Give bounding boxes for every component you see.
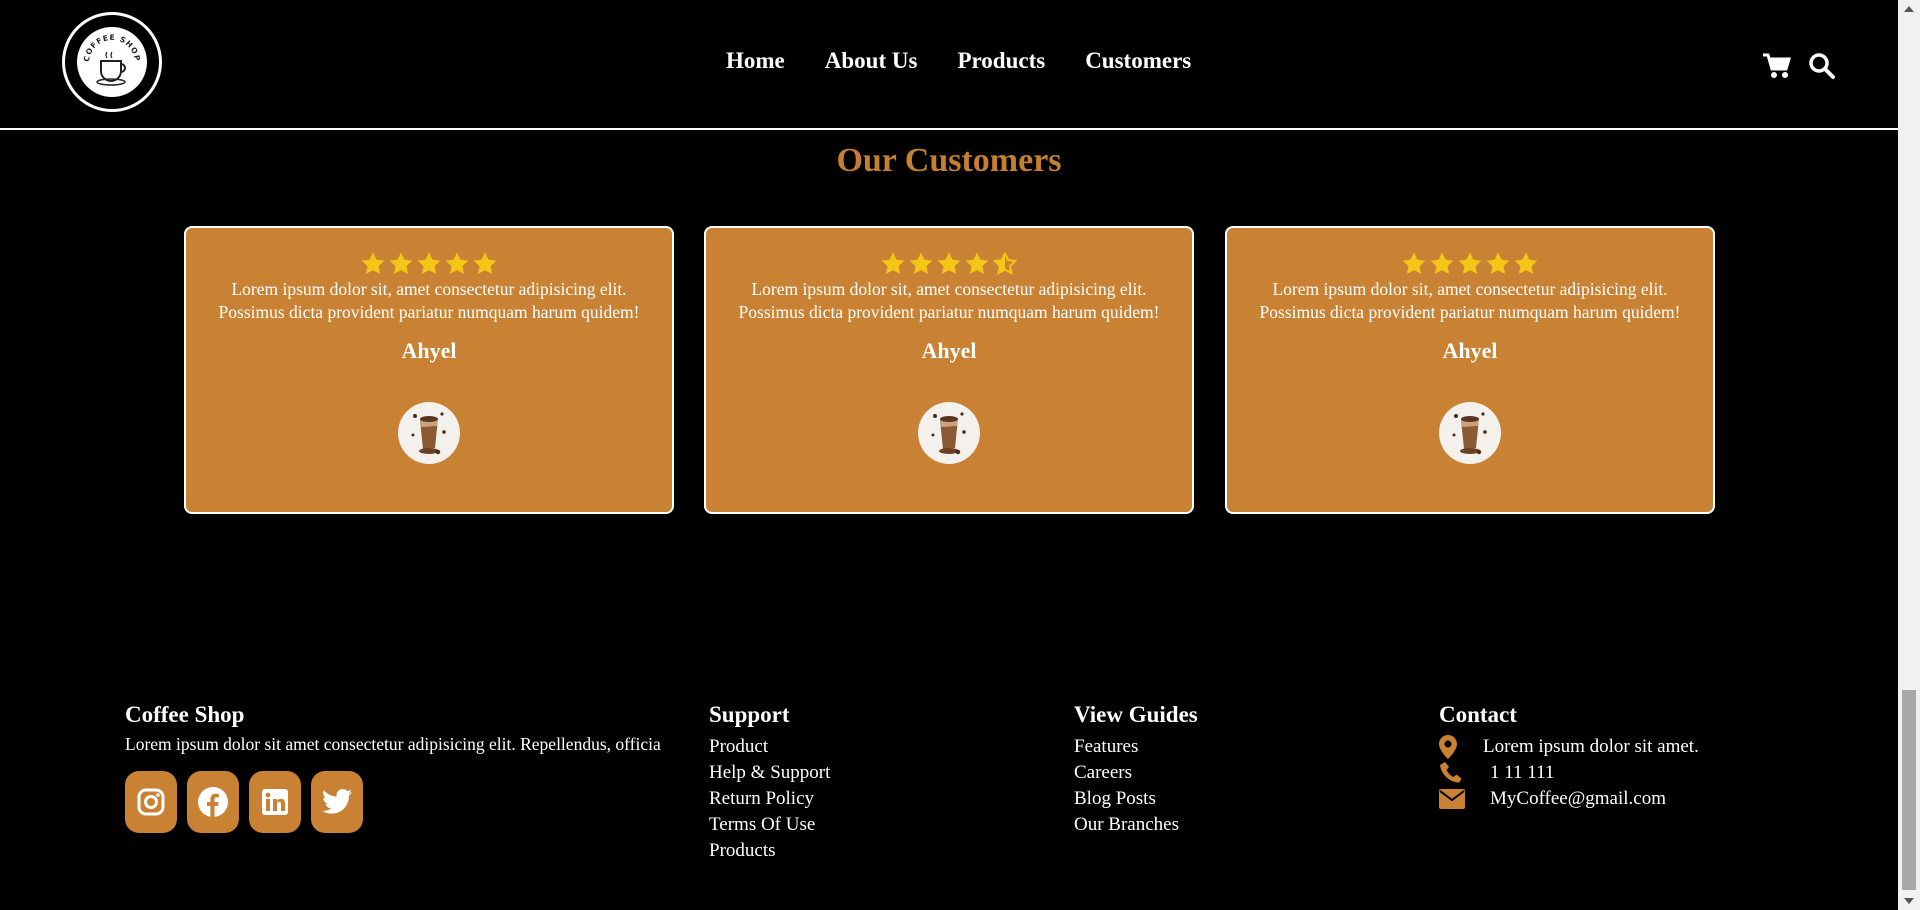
quote-line: Lorem ipsum dolor sit, amet consectetur … — [751, 279, 1147, 299]
star-icon — [909, 252, 933, 275]
customer-card: Lorem ipsum dolor sit, amet consectetur … — [184, 226, 674, 514]
customer-name: Ahyel — [921, 338, 977, 363]
facebook-icon[interactable] — [187, 771, 239, 833]
scroll-thumb[interactable] — [1902, 690, 1916, 890]
contact-phone-text: 1 11 111 — [1490, 762, 1555, 783]
envelope-icon — [1439, 789, 1490, 809]
star-icon — [1514, 252, 1538, 275]
star-icon — [417, 252, 441, 275]
cart-icon[interactable] — [1762, 52, 1792, 80]
star-icon — [445, 252, 469, 275]
footer-link-terms[interactable]: Terms Of Use — [709, 812, 830, 838]
phone-icon — [1439, 761, 1490, 785]
star-icon — [389, 252, 413, 275]
customer-quote: Lorem ipsum dolor sit, amet consectetur … — [186, 278, 672, 324]
footer-link-help-support[interactable]: Help & Support — [709, 760, 830, 786]
footer-link-products[interactable]: Products — [709, 838, 830, 864]
star-icon — [1430, 252, 1454, 275]
footer-link-careers[interactable]: Careers — [1074, 760, 1198, 786]
star-icon — [1486, 252, 1510, 275]
main-nav: Home About Us Products Customers — [726, 48, 1191, 74]
coffee-cup-logo-icon: COFFEE SHOP — [77, 27, 147, 97]
half-star-icon — [993, 252, 1017, 276]
quote-line: Possimus dicta provident pariatur numqua… — [1259, 302, 1681, 322]
linkedin-icon[interactable] — [249, 771, 301, 833]
section-title: Our Customers — [836, 142, 1062, 179]
nav-products[interactable]: Products — [957, 48, 1045, 74]
coffee-cup-avatar-icon — [398, 402, 460, 464]
site-header: COFFEE SHOP Home About Us Products Custo… — [0, 0, 1898, 130]
page: COFFEE SHOP Home About Us Products Custo… — [0, 0, 1898, 910]
page-scrollbar[interactable] — [1898, 0, 1920, 910]
coffee-cup-avatar-icon — [1439, 402, 1501, 464]
footer-link-features[interactable]: Features — [1074, 734, 1198, 760]
nav-about-us[interactable]: About Us — [825, 48, 918, 74]
footer-guides-title: View Guides — [1074, 702, 1198, 727]
rating-stars — [1227, 252, 1713, 276]
footer-contact-title: Contact — [1439, 702, 1517, 727]
footer-link-blog-posts[interactable]: Blog Posts — [1074, 786, 1198, 812]
footer-brand-text: Lorem ipsum dolor sit amet consectetur a… — [125, 734, 661, 754]
customer-name: Ahyel — [1442, 338, 1498, 363]
nav-customers[interactable]: Customers — [1085, 48, 1191, 74]
scroll-up-arrow-icon[interactable] — [1904, 6, 1914, 12]
quote-line: Lorem ipsum dolor sit, amet consectetur … — [231, 279, 627, 299]
contact-phone: 1 11 111 — [1439, 760, 1699, 786]
footer-brand-title: Coffee Shop — [125, 702, 245, 727]
star-icon — [965, 252, 989, 275]
quote-line: Possimus dicta provident pariatur numqua… — [218, 302, 640, 322]
social-links — [125, 771, 661, 833]
star-icon — [361, 252, 385, 275]
header-actions — [1762, 52, 1838, 80]
scroll-down-arrow-icon[interactable] — [1904, 898, 1914, 904]
logo[interactable]: COFFEE SHOP — [62, 12, 162, 112]
location-pin-icon — [1439, 735, 1483, 759]
footer-link-our-branches[interactable]: Our Branches — [1074, 812, 1198, 838]
customer-quote: Lorem ipsum dolor sit, amet consectetur … — [706, 278, 1192, 324]
contact-address-text: Lorem ipsum dolor sit amet. — [1483, 736, 1699, 757]
footer-link-return-policy[interactable]: Return Policy — [709, 786, 830, 812]
instagram-icon[interactable] — [125, 771, 177, 833]
nav-home[interactable]: Home — [726, 48, 785, 74]
quote-line: Possimus dicta provident pariatur numqua… — [738, 302, 1160, 322]
twitter-icon[interactable] — [311, 771, 363, 833]
footer-contact: Contact Lorem ipsum dolor sit amet. 1 11… — [1439, 702, 1699, 812]
quote-line: Lorem ipsum dolor sit, amet consectetur … — [1272, 279, 1668, 299]
star-icon — [473, 252, 497, 275]
contact-email[interactable]: MyCoffee@gmail.com — [1439, 786, 1699, 812]
footer-support-title: Support — [709, 702, 790, 727]
customer-name: Ahyel — [401, 338, 457, 363]
contact-email-text[interactable]: MyCoffee@gmail.com — [1490, 788, 1666, 810]
customer-card: Lorem ipsum dolor sit, amet consectetur … — [704, 226, 1194, 514]
rating-stars — [706, 252, 1192, 276]
footer-link-product[interactable]: Product — [709, 734, 830, 760]
coffee-cup-avatar-icon — [918, 402, 980, 464]
footer-brand: Coffee Shop Lorem ipsum dolor sit amet c… — [125, 702, 661, 833]
rating-stars — [186, 252, 672, 276]
star-icon — [1402, 252, 1426, 275]
customer-quote: Lorem ipsum dolor sit, amet consectetur … — [1227, 278, 1713, 324]
footer-guides: View Guides Features Careers Blog Posts … — [1074, 702, 1198, 838]
star-icon — [1458, 252, 1482, 275]
star-icon — [937, 252, 961, 275]
contact-address: Lorem ipsum dolor sit amet. — [1439, 734, 1699, 760]
customer-card: Lorem ipsum dolor sit, amet consectetur … — [1225, 226, 1715, 514]
star-icon — [881, 252, 905, 275]
footer-support: Support Product Help & Support Return Po… — [709, 702, 830, 864]
search-icon[interactable] — [1808, 52, 1838, 80]
